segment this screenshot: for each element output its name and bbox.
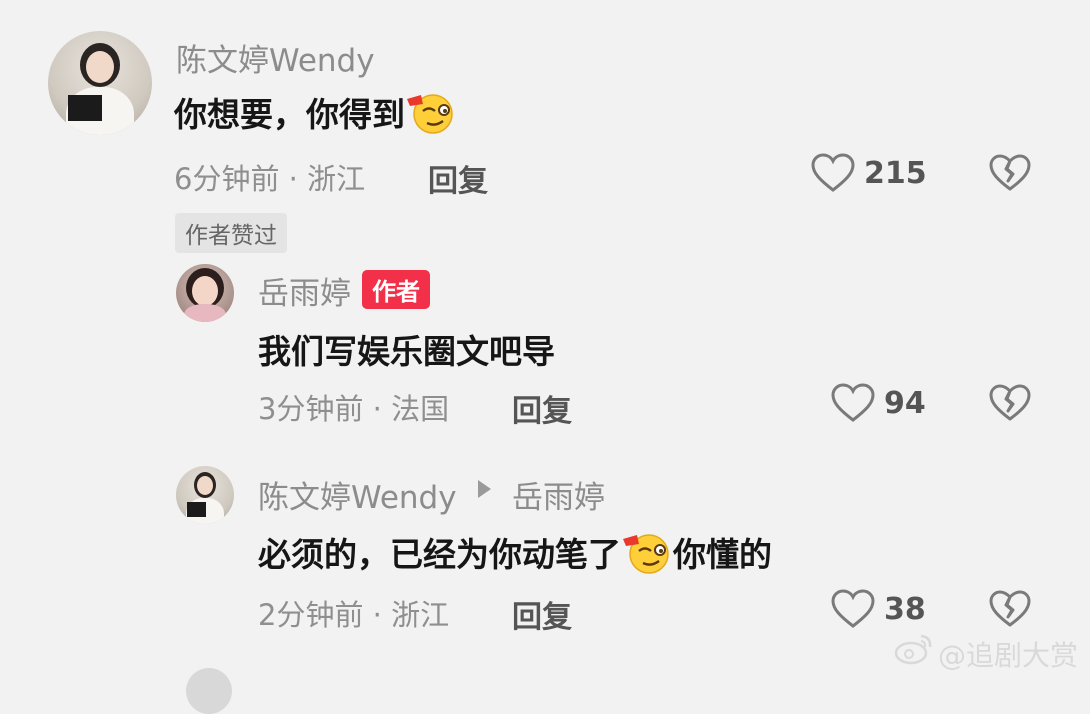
- smirk-emoji-icon: [621, 530, 673, 582]
- reply-button[interactable]: 回复: [428, 156, 488, 200]
- like-count: 215: [864, 156, 927, 191]
- like-count: 94: [884, 386, 926, 421]
- reply-to-username[interactable]: 岳雨婷: [512, 472, 605, 517]
- comment-username[interactable]: 陈文婷Wendy: [176, 35, 375, 80]
- like-heart-icon[interactable]: [830, 588, 876, 634]
- weibo-logo-icon: [894, 632, 934, 670]
- like-heart-icon[interactable]: [830, 382, 876, 428]
- avatar[interactable]: [176, 264, 234, 322]
- smirk-emoji-icon: [405, 90, 457, 142]
- comment-username[interactable]: 陈文婷Wendy: [258, 472, 457, 517]
- comment-time-location: 2分钟前 · 浙江: [258, 598, 450, 632]
- avatar[interactable]: [48, 31, 152, 135]
- like-count: 38: [884, 592, 926, 627]
- reply-button[interactable]: 回复: [512, 386, 572, 430]
- comment-text: 你想要，你得到: [174, 88, 457, 142]
- author-liked-badge: 作者赞过: [175, 213, 287, 253]
- dislike-broken-heart-icon[interactable]: [988, 589, 1032, 633]
- author-badge: 作者: [362, 270, 430, 309]
- watermark: @追剧大赏: [938, 639, 1079, 672]
- avatar[interactable]: [176, 466, 234, 524]
- comment-time-location: 3分钟前 · 法国: [258, 392, 450, 426]
- avatar[interactable]: [186, 668, 232, 714]
- like-heart-icon[interactable]: [810, 152, 856, 198]
- comment-username[interactable]: 岳雨婷: [258, 268, 351, 313]
- comment-text: 我们写娱乐圈文吧导: [258, 332, 555, 371]
- reply-arrow-icon: [478, 480, 491, 498]
- comment-time-location: 6分钟前 · 浙江: [174, 162, 366, 196]
- reply-button[interactable]: 回复: [512, 592, 572, 636]
- dislike-broken-heart-icon[interactable]: [988, 383, 1032, 427]
- comment-text: 必须的，已经为你动笔了 你懂的: [258, 528, 772, 582]
- dislike-broken-heart-icon[interactable]: [988, 153, 1032, 197]
